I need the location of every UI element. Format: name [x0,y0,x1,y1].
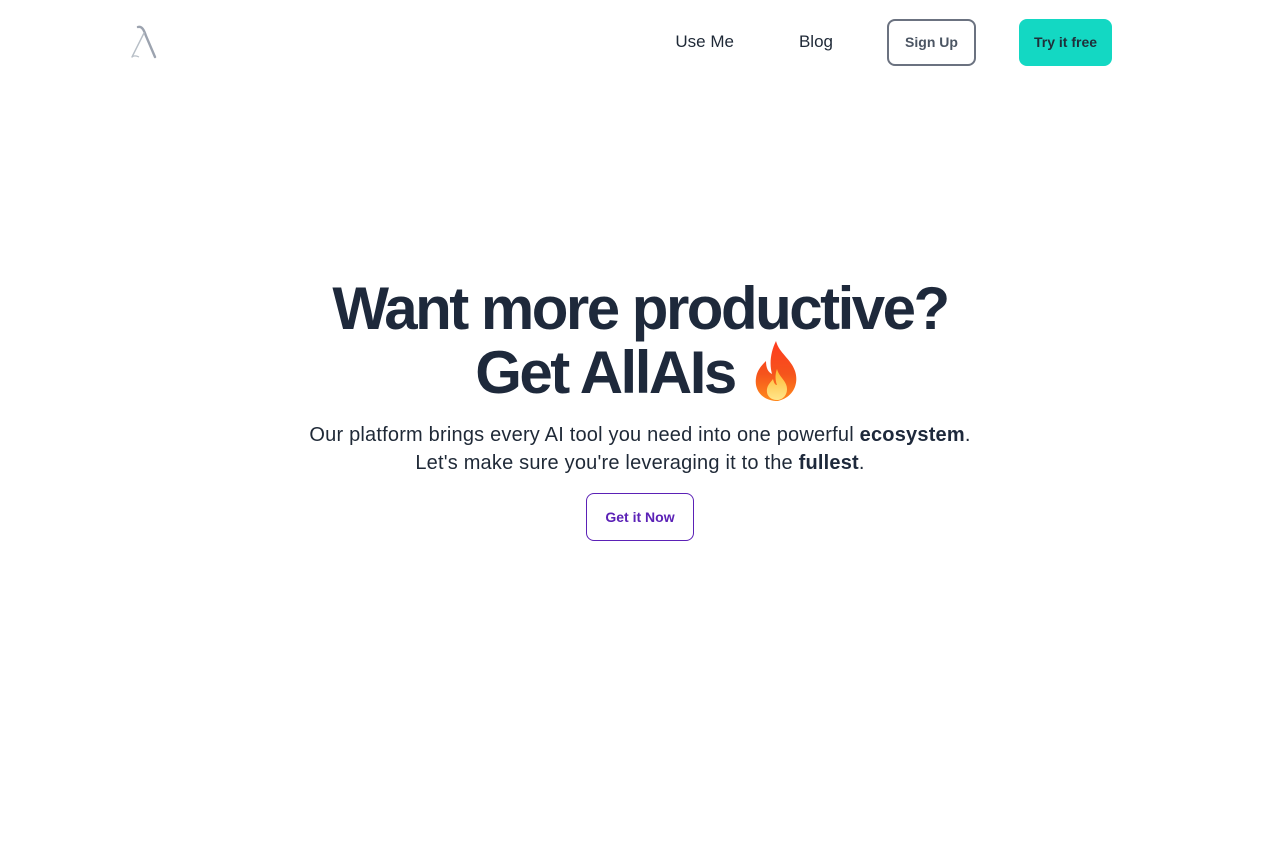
try-it-free-button[interactable]: Try it free [1019,18,1112,66]
hero-section: Want more productive? Get AllAIs Our pla… [0,278,1280,541]
page: Use Me Blog Sign Up Try it free Want mor… [0,0,1280,853]
lambda-logo-icon[interactable] [128,24,160,60]
hero-subtitle-line-1-text: Our platform brings every AI tool you ne… [309,424,860,446]
hero-title-line-2: Get AllAIs [0,339,1280,403]
hero-subtitle-line-1: Our platform brings every AI tool you ne… [0,421,1280,449]
hero-subtitle-line-2: Let's make sure you're leveraging it to … [0,449,1280,477]
main-nav: Use Me Blog Sign Up Try it free [675,18,1112,66]
hero-title-line-1: Want more productive? [332,275,950,342]
hero-subtitle-bold-fullest: fullest [798,452,859,474]
hero-subtitle-line-2-text: Let's make sure you're leveraging it to … [415,452,799,474]
hero-subtitle-bold-ecosystem: ecosystem [859,424,965,446]
get-it-now-button[interactable]: Get it Now [586,493,694,541]
hero-title: Want more productive? Get AllAIs [0,278,1280,403]
site-header: Use Me Blog Sign Up Try it free [0,0,1280,84]
hero-subtitle-line-1-period: . [964,424,971,446]
hero-subtitle: Our platform brings every AI tool you ne… [0,421,1280,477]
nav-link-blog[interactable]: Blog [799,32,833,52]
nav-link-use-me[interactable]: Use Me [675,32,734,52]
hero-title-brand: Get AllAIs [475,339,737,406]
hero-subtitle-line-2-period: . [858,452,865,474]
fire-icon [755,341,797,401]
sign-up-button[interactable]: Sign Up [887,18,976,66]
